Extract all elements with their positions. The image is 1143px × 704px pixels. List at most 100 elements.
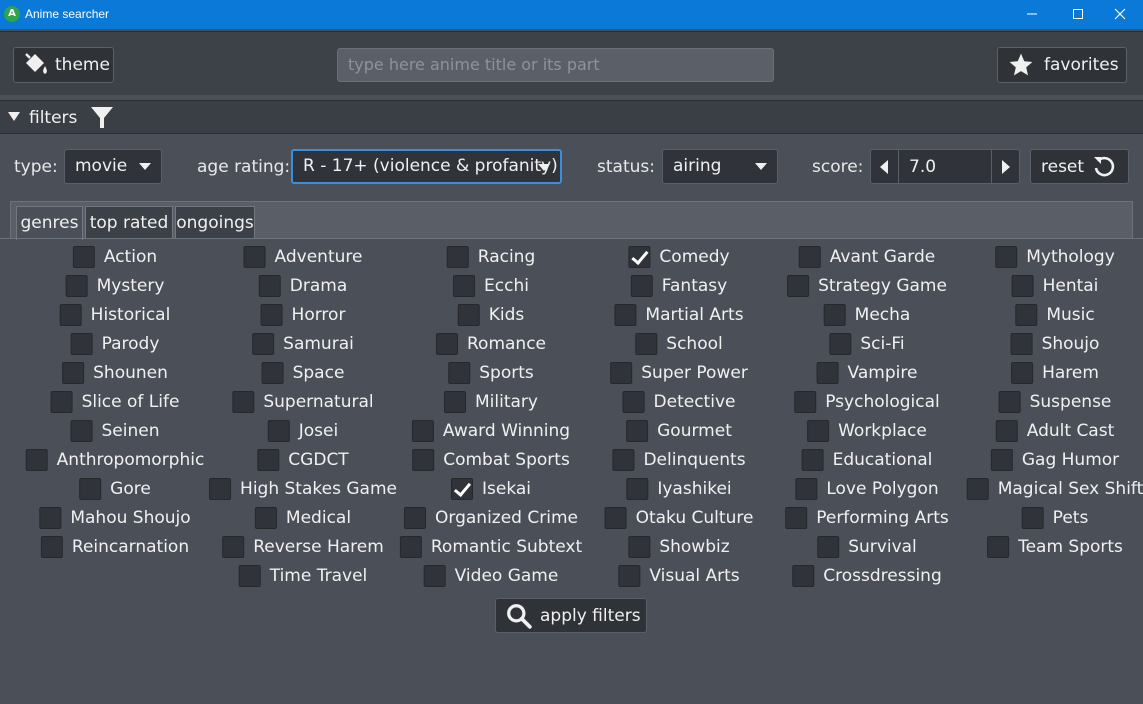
genre-checkbox[interactable]: Drama <box>258 274 347 298</box>
filters-toggle[interactable]: filters <box>0 100 1143 134</box>
checkbox[interactable] <box>794 391 817 413</box>
genre-checkbox[interactable]: Supernatural <box>232 390 374 414</box>
genre-checkbox[interactable]: Workplace <box>807 419 927 443</box>
checkbox[interactable] <box>630 275 653 297</box>
genre-checkbox[interactable]: Josei <box>267 419 338 443</box>
genre-checkbox[interactable]: Romance <box>435 332 546 356</box>
checkbox[interactable] <box>79 478 102 500</box>
checkbox[interactable] <box>1010 333 1033 355</box>
checkbox[interactable] <box>801 449 824 471</box>
checkbox[interactable] <box>622 391 645 413</box>
genre-checkbox[interactable]: Crossdressing <box>792 564 942 588</box>
genre-checkbox[interactable]: Super Power <box>610 361 748 385</box>
status-select[interactable]: airing <box>662 149 778 184</box>
checkbox[interactable] <box>258 275 281 297</box>
genre-checkbox[interactable]: Anthropomorphic <box>25 448 204 472</box>
genre-checkbox[interactable]: Historical <box>59 303 170 327</box>
checkbox[interactable] <box>70 420 93 442</box>
genre-checkbox[interactable]: Gag Humor <box>990 448 1119 472</box>
genre-checkbox[interactable]: Team Sports <box>987 535 1123 559</box>
genre-checkbox[interactable]: Survival <box>817 535 917 559</box>
genre-checkbox[interactable]: Ecchi <box>453 274 529 298</box>
checkbox[interactable] <box>435 333 458 355</box>
genre-checkbox[interactable]: Pets <box>1021 506 1088 530</box>
checkbox[interactable] <box>243 246 266 268</box>
checkbox[interactable] <box>612 449 635 471</box>
checkbox[interactable] <box>238 565 261 587</box>
genre-checkbox[interactable]: Horror <box>260 303 345 327</box>
checkbox-checked[interactable] <box>628 246 651 268</box>
close-button[interactable] <box>1097 0 1143 29</box>
genre-checkbox[interactable]: Action <box>72 245 157 269</box>
genre-checkbox[interactable]: CGDCT <box>257 448 349 472</box>
genre-checkbox[interactable]: Vampire <box>816 361 917 385</box>
checkbox[interactable] <box>411 420 434 442</box>
genre-checkbox[interactable]: Iyashikei <box>626 477 732 501</box>
tab-genres[interactable]: genres <box>16 206 83 240</box>
genre-checkbox[interactable]: Award Winning <box>411 419 570 443</box>
genre-checkbox[interactable]: Harem <box>1011 361 1099 385</box>
apply-filters-button[interactable]: apply filters <box>495 598 647 633</box>
genre-checkbox[interactable]: Educational <box>801 448 932 472</box>
genre-checkbox[interactable]: Mecha <box>823 303 910 327</box>
genre-checkbox[interactable]: Psychological <box>794 390 940 414</box>
checkbox[interactable] <box>50 391 73 413</box>
checkbox[interactable] <box>807 420 830 442</box>
checkbox[interactable] <box>65 275 88 297</box>
checkbox[interactable] <box>626 420 649 442</box>
checkbox[interactable] <box>816 362 839 384</box>
genre-checkbox[interactable]: Reincarnation <box>40 535 189 559</box>
checkbox[interactable] <box>987 536 1010 558</box>
genre-checkbox[interactable]: Time Travel <box>238 564 367 588</box>
genre-checkbox[interactable]: Adult Cast <box>995 419 1114 443</box>
checkbox[interactable] <box>1011 275 1034 297</box>
checkbox[interactable] <box>785 507 808 529</box>
checkbox[interactable] <box>829 333 852 355</box>
checkbox[interactable] <box>70 333 93 355</box>
checkbox[interactable] <box>261 362 284 384</box>
checkbox[interactable] <box>792 565 815 587</box>
checkbox[interactable] <box>795 478 818 500</box>
genre-checkbox[interactable]: Shounen <box>62 361 168 385</box>
genre-checkbox[interactable]: Parody <box>70 332 159 356</box>
checkbox[interactable] <box>995 246 1018 268</box>
genre-checkbox[interactable]: Mystery <box>65 274 164 298</box>
checkbox[interactable] <box>232 391 255 413</box>
genre-checkbox[interactable]: Music <box>1015 303 1095 327</box>
checkbox[interactable] <box>423 565 446 587</box>
checkbox[interactable] <box>998 391 1021 413</box>
genre-checkbox[interactable]: Comedy <box>628 245 730 269</box>
genre-checkbox[interactable]: Showbiz <box>628 535 730 559</box>
type-select[interactable]: movie <box>64 149 162 184</box>
checkbox[interactable] <box>823 304 846 326</box>
checkbox[interactable] <box>252 333 275 355</box>
genre-checkbox[interactable]: Sports <box>448 361 534 385</box>
checkbox[interactable] <box>626 478 649 500</box>
checkbox[interactable] <box>610 362 633 384</box>
checkbox[interactable] <box>453 275 476 297</box>
checkbox[interactable] <box>1021 507 1044 529</box>
genre-checkbox[interactable]: Kids <box>457 303 524 327</box>
checkbox[interactable] <box>399 536 422 558</box>
genre-checkbox[interactable]: Otaku Culture <box>604 506 753 530</box>
score-increment-button[interactable] <box>991 150 1019 183</box>
genre-checkbox[interactable]: Mahou Shoujo <box>39 506 191 530</box>
genre-checkbox[interactable]: Gourmet <box>626 419 732 443</box>
checkbox[interactable] <box>618 565 641 587</box>
genre-checkbox[interactable]: Organized Crime <box>404 506 578 530</box>
checkbox[interactable] <box>257 449 280 471</box>
checkbox[interactable] <box>457 304 480 326</box>
genre-checkbox[interactable]: Sci-Fi <box>829 332 905 356</box>
genre-checkbox[interactable]: Adventure <box>243 245 362 269</box>
age-rating-select[interactable]: R - 17+ (violence & profanity) <box>291 149 562 184</box>
checkbox[interactable] <box>62 362 85 384</box>
score-value[interactable]: 7.0 <box>909 157 936 177</box>
checkbox[interactable] <box>635 333 658 355</box>
genre-checkbox[interactable]: Magical Sex Shift <box>966 477 1143 501</box>
theme-button[interactable]: theme <box>13 47 114 83</box>
checkbox-checked[interactable] <box>450 478 473 500</box>
genre-checkbox[interactable]: Isekai <box>450 477 531 501</box>
genre-checkbox[interactable]: Shoujo <box>1010 332 1099 356</box>
genre-checkbox[interactable]: Mythology <box>995 245 1115 269</box>
checkbox[interactable] <box>628 536 651 558</box>
